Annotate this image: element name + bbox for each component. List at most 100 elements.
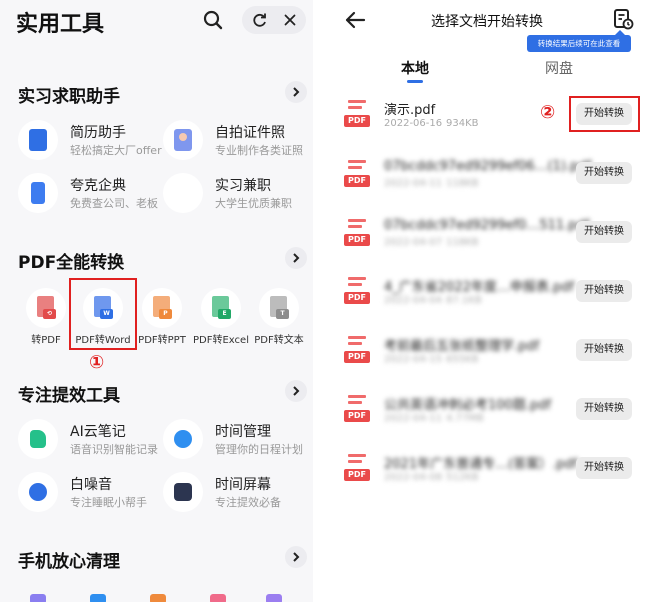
file-name: 07bcddc97ed9299ef06…(1).pdf bbox=[384, 159, 592, 174]
file-name: 2021年广东普通专…(答案）.pdf bbox=[384, 457, 578, 472]
section-title-job: 实习求职助手 bbox=[18, 87, 120, 107]
tool-subtitle: 免费查公司、老板 bbox=[70, 197, 158, 210]
tool-subtitle: 大学生优质兼职 bbox=[215, 197, 292, 210]
file-date: 2022-04-04 bbox=[384, 295, 443, 306]
tool-subtitle: 轻松搞定大厂offer bbox=[70, 144, 162, 157]
file-name: 考前最后五张纸整理学.pdf bbox=[384, 339, 540, 354]
file-size: 87.1KB bbox=[446, 295, 482, 306]
pdf-file-icon: PDF bbox=[344, 216, 376, 250]
capsule-menu bbox=[242, 6, 306, 34]
file-name: 公共英语冲刺必考100题.pdf bbox=[384, 398, 552, 413]
section-title-pdf: PDF全能转换 bbox=[18, 253, 125, 273]
file-date: 2022-06-16 bbox=[384, 118, 443, 129]
parttime-icon bbox=[163, 173, 203, 213]
chevron-right-icon bbox=[293, 253, 300, 263]
file-size: 512KB bbox=[446, 472, 479, 483]
tag-letter: T bbox=[276, 309, 289, 319]
tool-white-noise[interactable]: 白噪音 专注睡眠小帮手 bbox=[18, 470, 163, 516]
pdf-file-icon: PDF bbox=[344, 157, 376, 191]
tab-local[interactable]: 本地 bbox=[401, 58, 429, 78]
id-photo-icon bbox=[163, 120, 203, 160]
clean-tool-icon[interactable] bbox=[30, 594, 46, 602]
pdf-to-ppt-icon: P bbox=[142, 288, 182, 328]
step-one-marker: ① bbox=[89, 352, 105, 373]
tab-cloud[interactable]: 网盘 bbox=[545, 58, 573, 78]
section-title-clean: 手机放心清理 bbox=[18, 552, 120, 572]
tool-subtitle: 管理你的日程计划 bbox=[215, 443, 303, 456]
file-name: 演示.pdf bbox=[384, 103, 436, 118]
clean-tool-icon[interactable] bbox=[266, 594, 282, 602]
highlight-box-convert bbox=[569, 96, 640, 132]
to-pdf-icon: ⟲ bbox=[26, 288, 66, 328]
clean-tool-icon[interactable] bbox=[90, 594, 106, 602]
pdf-tool-label: PDF转文本 bbox=[254, 335, 304, 346]
note-icon bbox=[18, 419, 58, 459]
chevron-right-icon bbox=[293, 386, 300, 396]
tab-active-indicator bbox=[407, 80, 423, 83]
tool-parttime[interactable]: 实习兼职 大学生优质兼职 bbox=[163, 171, 308, 217]
file-name: 4_广东省2022年度…申报表.pdf bbox=[384, 280, 575, 295]
tool-subtitle: 专注提效必备 bbox=[215, 496, 281, 509]
tool-subtitle: 语音识别智能记录 bbox=[70, 443, 158, 456]
tool-title: 自拍证件照 bbox=[215, 125, 285, 141]
tool-title: 时间管理 bbox=[215, 424, 271, 440]
section-more-clean[interactable] bbox=[285, 546, 307, 568]
section-more-job[interactable] bbox=[285, 81, 307, 103]
tools-panel: 实用工具 实习求职助手 简历助手 轻松搞定大厂offer 自拍证件照 专业制作各… bbox=[0, 0, 313, 602]
file-size: 655KB bbox=[446, 354, 479, 365]
file-date: 2022-04-11 bbox=[384, 413, 443, 424]
search-icon[interactable] bbox=[202, 9, 224, 31]
moon-icon bbox=[18, 472, 58, 512]
pdf-file-icon: PDF bbox=[344, 274, 376, 308]
chevron-right-icon bbox=[293, 87, 300, 97]
tool-title: 白噪音 bbox=[70, 477, 112, 493]
resume-icon bbox=[18, 120, 58, 160]
clean-tool-icon[interactable] bbox=[210, 594, 226, 602]
conversion-history-icon[interactable] bbox=[611, 7, 635, 31]
tool-resume[interactable]: 简历助手 轻松搞定大厂offer bbox=[18, 118, 163, 164]
refresh-icon[interactable] bbox=[252, 12, 268, 28]
start-convert-button[interactable]: 开始转换 bbox=[576, 457, 632, 479]
start-convert-button[interactable]: 开始转换 bbox=[576, 221, 632, 243]
tool-title: 时间屏幕 bbox=[215, 477, 271, 493]
select-document-panel: 选择文档开始转换 转换结果后续可在此查看 本地 网盘 PDF 演示.pdf 20… bbox=[324, 0, 650, 602]
pdf-tool-to-text[interactable]: T PDF转文本 bbox=[244, 288, 313, 348]
start-convert-button[interactable]: 开始转换 bbox=[576, 162, 632, 184]
file-date: 2022-04-08 bbox=[384, 472, 443, 483]
tool-company[interactable]: 夸克企典 免费查公司、老板 bbox=[18, 171, 163, 217]
close-icon[interactable] bbox=[282, 12, 298, 28]
pdf-to-excel-icon: E bbox=[201, 288, 241, 328]
clean-tool-icon[interactable] bbox=[150, 594, 166, 602]
tag-letter: E bbox=[218, 309, 231, 319]
start-convert-button[interactable]: 开始转换 bbox=[576, 398, 632, 420]
file-size: 118KB bbox=[446, 237, 479, 248]
tool-subtitle: 专业制作各类证照 bbox=[215, 144, 303, 157]
tool-time-screen[interactable]: 时间屏幕 专注提效必备 bbox=[163, 470, 308, 516]
tool-id-photo[interactable]: 自拍证件照 专业制作各类证照 bbox=[163, 118, 308, 164]
start-convert-button[interactable]: 开始转换 bbox=[576, 339, 632, 361]
section-more-focus[interactable] bbox=[285, 380, 307, 402]
pdf-to-text-icon: T bbox=[259, 288, 299, 328]
tool-title: AI云笔记 bbox=[70, 424, 126, 440]
screen-icon bbox=[163, 472, 203, 512]
file-date: 2022-04-11 bbox=[384, 178, 443, 189]
highlight-box-word bbox=[69, 278, 137, 350]
file-size: 4.77MB bbox=[446, 413, 484, 424]
tool-title: 实习兼职 bbox=[215, 178, 271, 194]
start-convert-button[interactable]: 开始转换 bbox=[576, 280, 632, 302]
tool-time-manage[interactable]: 时间管理 管理你的日程计划 bbox=[163, 417, 308, 463]
chevron-right-icon bbox=[293, 552, 300, 562]
tool-title: 简历助手 bbox=[70, 125, 126, 141]
company-icon bbox=[18, 173, 58, 213]
file-name: 07bcddc97ed9299ef0…511.pdf bbox=[384, 218, 590, 233]
pdf-file-icon: PDF bbox=[344, 451, 376, 485]
tool-subtitle: 专注睡眠小帮手 bbox=[70, 496, 147, 509]
alarm-clock-icon bbox=[163, 419, 203, 459]
tag-letter: P bbox=[159, 309, 172, 319]
tool-title: 夸克企典 bbox=[70, 178, 126, 194]
history-tooltip: 转换结果后续可在此查看 bbox=[527, 35, 631, 52]
pdf-file-icon: PDF bbox=[344, 333, 376, 367]
file-date: 2022-04-07 bbox=[384, 237, 443, 248]
tool-ai-note[interactable]: AI云笔记 语音识别智能记录 bbox=[18, 417, 163, 463]
section-more-pdf[interactable] bbox=[285, 247, 307, 269]
